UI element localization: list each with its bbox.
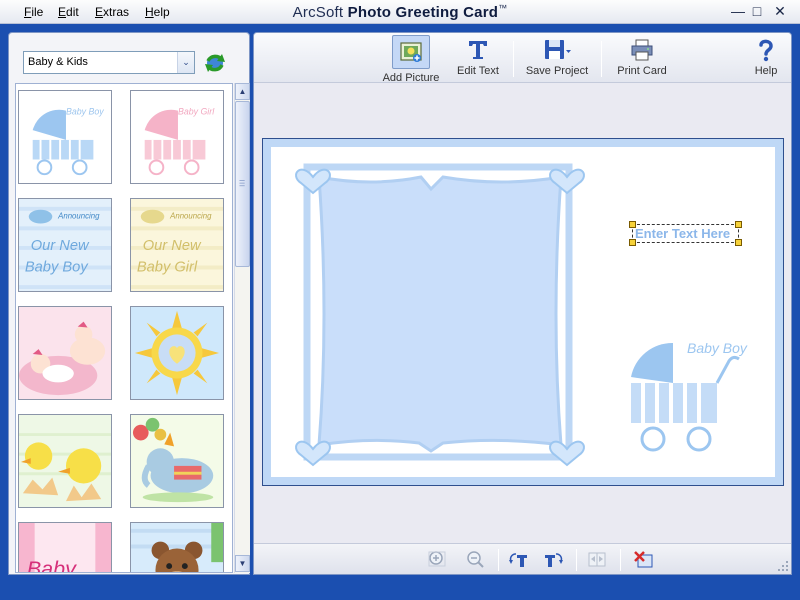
card-face: Baby Boy Enter Text Here xyxy=(271,147,775,477)
template-panel: Baby & Kids ⌄ Baby Boy Baby Girl Announc… xyxy=(8,32,250,575)
template-thumbnail-announce-boy[interactable]: Announcing Our New Baby Boy xyxy=(18,198,112,292)
flip-icon[interactable] xyxy=(586,549,608,569)
thumb-text: Baby xyxy=(27,557,77,573)
title-product: Photo Greeting Card xyxy=(347,4,499,21)
greeting-card: Baby Boy Enter Text Here xyxy=(262,138,784,486)
main-toolbar: Add Picture Edit Text Save Project Print… xyxy=(254,33,791,84)
template-scrollbar[interactable]: ▲ ▼ xyxy=(234,83,250,573)
category-selected: Baby & Kids xyxy=(28,56,88,68)
rotate-text-right-icon[interactable] xyxy=(542,549,564,569)
thumb-text-line2: Our New xyxy=(143,238,202,254)
template-thumbnail-teddy[interactable] xyxy=(130,522,224,572)
thumb-text: Baby Boy xyxy=(66,106,104,116)
template-thumbnail-sleeping-babies[interactable] xyxy=(18,306,112,400)
zoom-in-icon[interactable] xyxy=(426,549,448,569)
toolbar-divider xyxy=(513,41,514,77)
minimize-button[interactable]: — xyxy=(729,3,747,20)
rotate-text-left-icon[interactable] xyxy=(508,549,530,569)
template-thumbnail-baby-boy[interactable]: Baby Boy xyxy=(18,90,112,184)
stamp-text: Baby Boy xyxy=(687,340,748,356)
scrollbar-thumb[interactable] xyxy=(235,101,250,267)
card-text-box[interactable]: Enter Text Here xyxy=(629,221,742,246)
print-card-label: Print Card xyxy=(617,65,667,77)
thumb-text-line3: Baby Boy xyxy=(25,259,89,275)
resize-grip-icon[interactable] xyxy=(777,560,789,572)
thumb-text: Baby Girl xyxy=(178,106,215,116)
template-thumbnail-announce-girl[interactable]: Announcing Our New Baby Girl xyxy=(130,198,224,292)
card-canvas-area: Baby Boy Enter Text Here xyxy=(254,84,791,542)
title-brand: ArcSoft xyxy=(292,4,344,21)
template-thumbnail-elephant[interactable] xyxy=(130,414,224,508)
title-bar: File Edit Extras Help ArcSoft Photo Gree… xyxy=(0,0,800,24)
resize-handle[interactable] xyxy=(735,221,742,228)
add-picture-icon xyxy=(392,35,430,69)
close-button[interactable]: ✕ xyxy=(771,3,789,20)
refresh-icon[interactable] xyxy=(203,51,227,75)
toolbar-divider xyxy=(620,549,621,571)
edit-text-button[interactable]: Edit Text xyxy=(450,35,506,81)
scroll-down-button[interactable]: ▼ xyxy=(235,555,250,572)
toolbar-divider xyxy=(576,549,577,571)
template-thumbnail-chicks[interactable] xyxy=(18,414,112,508)
bottom-toolbar xyxy=(254,543,791,574)
title-tm: ™ xyxy=(498,3,508,13)
floppy-disk-icon xyxy=(545,40,571,59)
delete-icon[interactable] xyxy=(632,549,654,569)
resize-handle[interactable] xyxy=(735,239,742,246)
thumb-text-line3: Baby Girl xyxy=(137,259,198,275)
card-artwork: Baby Boy xyxy=(295,163,748,467)
thumb-text-line1: Announcing xyxy=(169,212,212,221)
workspace-panel: Add Picture Edit Text Save Project Print… xyxy=(253,32,792,575)
text-t-icon xyxy=(469,41,487,59)
printer-icon xyxy=(631,39,653,61)
category-dropdown[interactable]: Baby & Kids ⌄ xyxy=(23,51,195,74)
template-thumbnail-baby-girl[interactable]: Baby Girl xyxy=(130,90,224,184)
resize-handle[interactable] xyxy=(629,239,636,246)
add-picture-label: Add Picture xyxy=(382,72,440,84)
add-picture-button[interactable]: Add Picture xyxy=(378,35,444,84)
template-thumbnail-sun[interactable] xyxy=(130,306,224,400)
save-project-label: Save Project xyxy=(525,65,589,77)
print-card-button[interactable]: Print Card xyxy=(612,35,672,81)
question-mark-icon xyxy=(759,39,773,62)
chevron-down-icon[interactable]: ⌄ xyxy=(177,52,194,73)
template-thumbnail-pink-baby[interactable]: Baby xyxy=(18,522,112,573)
help-button[interactable]: Help xyxy=(748,35,784,81)
scroll-up-button[interactable]: ▲ xyxy=(235,83,250,100)
toolbar-divider xyxy=(498,549,499,571)
app-title: ArcSoft Photo Greeting Card™ xyxy=(0,3,800,21)
zoom-out-icon[interactable] xyxy=(464,549,486,569)
thumb-text-line2: Our New xyxy=(31,238,90,254)
template-list: Baby Boy Baby Girl Announcing Our New Ba… xyxy=(15,83,233,573)
maximize-button[interactable]: □ xyxy=(748,3,766,20)
resize-handle[interactable] xyxy=(629,221,636,228)
edit-text-label: Edit Text xyxy=(457,65,499,77)
help-label: Help xyxy=(754,65,778,77)
toolbar-divider xyxy=(601,41,602,77)
thumb-text-line1: Announcing xyxy=(57,212,100,221)
save-project-button[interactable]: Save Project xyxy=(520,35,594,81)
card-text-placeholder: Enter Text Here xyxy=(635,226,731,241)
